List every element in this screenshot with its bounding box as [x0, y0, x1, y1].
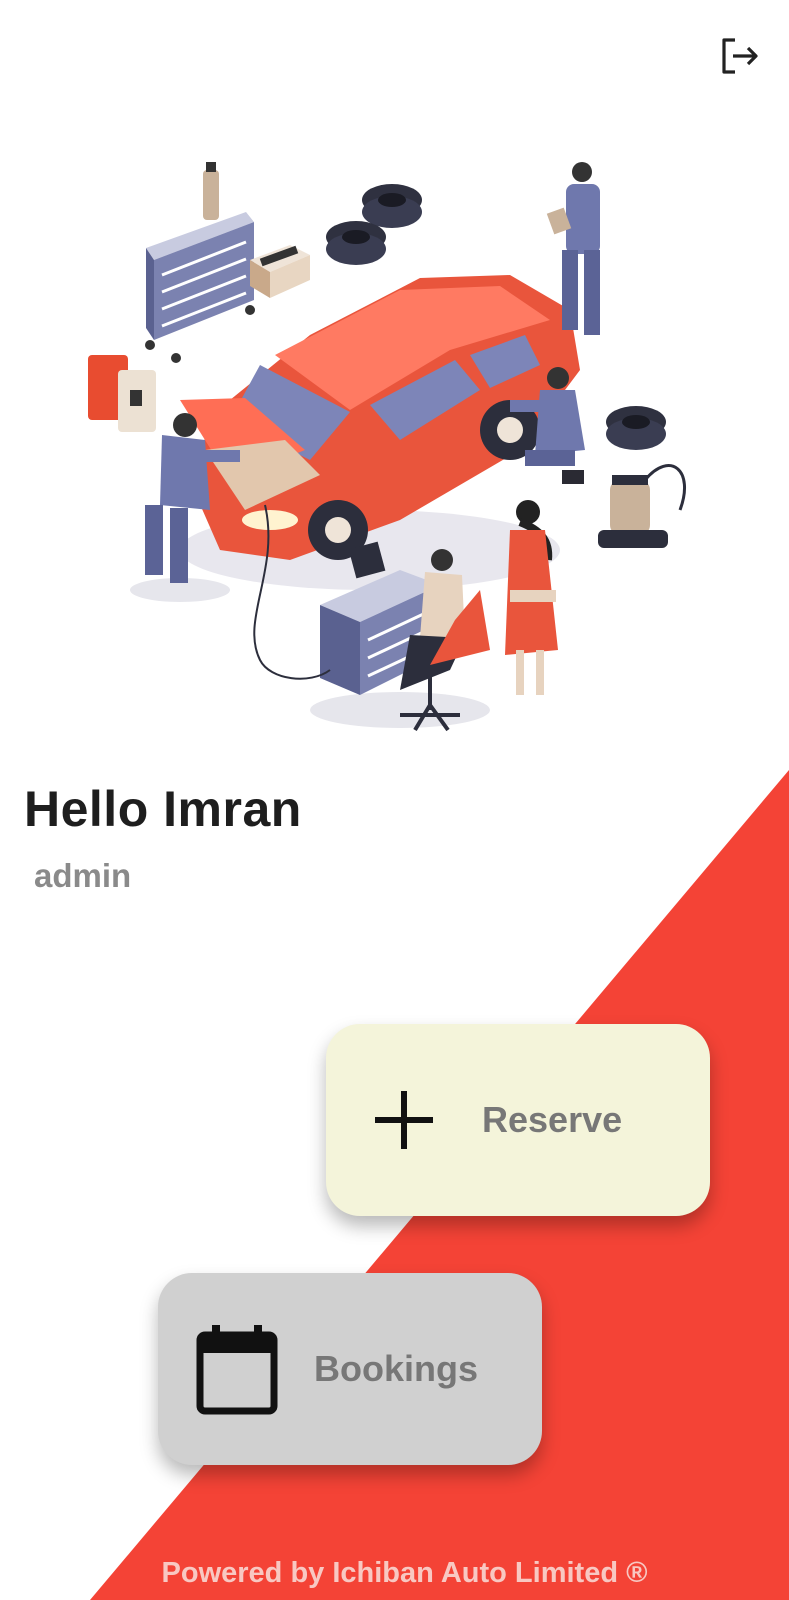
bookings-label: Bookings	[314, 1348, 479, 1389]
greeting-title: Hello Imran	[24, 781, 302, 837]
footer-powered-by: Powered by Ichiban Auto Limited ®	[161, 1557, 648, 1589]
calendar-icon	[196, 1323, 278, 1415]
bookings-button[interactable]: Bookings	[158, 1273, 542, 1465]
reserve-label: Reserve	[482, 1099, 623, 1140]
user-role: admin	[34, 857, 132, 894]
tool-cabinet	[145, 162, 255, 363]
car-service-illustration	[88, 162, 686, 732]
logout-button[interactable]	[716, 34, 764, 78]
plus-icon	[372, 1088, 436, 1152]
reserve-button[interactable]: Reserve	[326, 1024, 710, 1216]
logout-icon	[722, 38, 758, 74]
